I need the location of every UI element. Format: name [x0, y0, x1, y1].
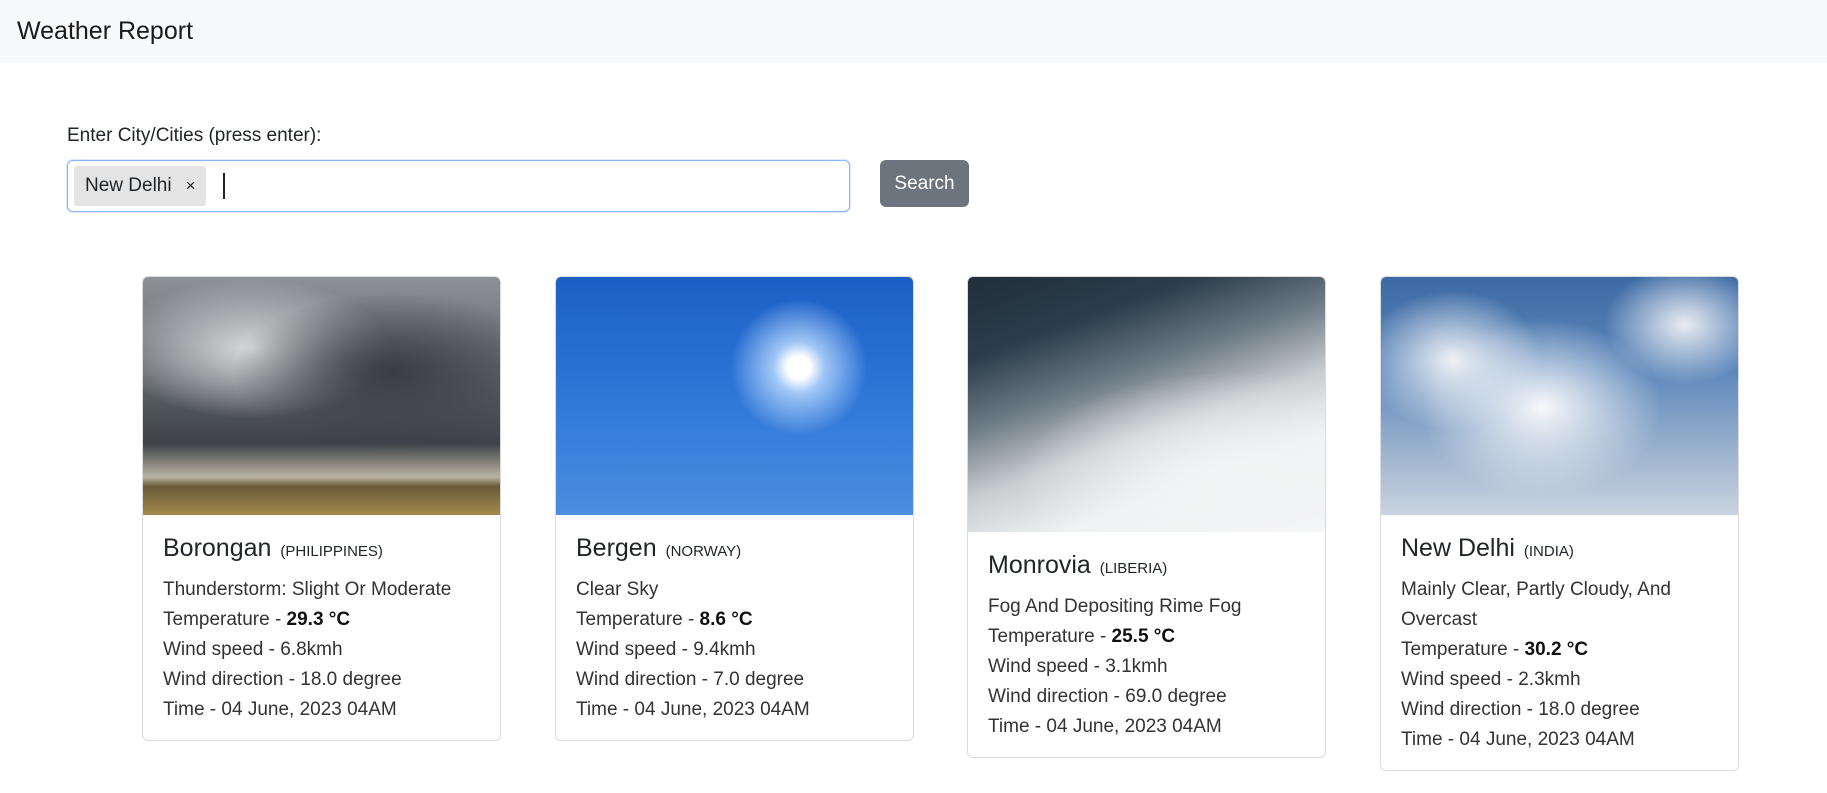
country-name: (LIBERIA) — [1099, 560, 1168, 577]
wind-direction: Wind direction - 18.0 degree — [1401, 699, 1640, 720]
temperature-value: 29.3 °C — [286, 609, 351, 630]
wind-speed: Wind speed - 6.8kmh — [163, 639, 343, 660]
clouds-image — [1381, 277, 1738, 515]
country-name: (INDIA) — [1523, 543, 1574, 560]
search-button[interactable]: Search — [880, 160, 969, 207]
tag-remove-icon[interactable]: × — [186, 176, 196, 196]
weather-condition: Mainly Clear, Partly Cloudy, And Overcas… — [1401, 579, 1671, 630]
text-cursor — [222, 173, 225, 199]
weather-condition: Thunderstorm: Slight Or Moderate — [163, 579, 452, 600]
weather-card: Bergen (NORWAY) Clear Sky Temperature - … — [555, 276, 914, 741]
wind-speed: Wind speed - 9.4kmh — [576, 639, 756, 660]
city-tag-input[interactable]: New Delhi × — [67, 160, 850, 212]
weather-condition: Fog And Depositing Rime Fog — [988, 596, 1242, 617]
card-body: Borongan (PHILIPPINES) Thunderstorm: Sli… — [143, 515, 500, 740]
temperature: Temperature - 30.2 °C — [1401, 635, 1718, 665]
city-name: New Delhi — [1401, 534, 1515, 562]
search-row: New Delhi × Search — [67, 160, 969, 212]
wind-direction: Wind direction - 69.0 degree — [988, 686, 1227, 707]
weather-card: Monrovia (LIBERIA) Fog And Depositing Ri… — [967, 276, 1326, 758]
temperature-label: Temperature - — [1401, 639, 1525, 660]
card-body: Bergen (NORWAY) Clear Sky Temperature - … — [556, 515, 913, 740]
city-tag: New Delhi × — [74, 166, 206, 206]
card-body: Monrovia (LIBERIA) Fog And Depositing Ri… — [968, 532, 1325, 757]
wind-speed: Wind speed - 3.1kmh — [988, 656, 1168, 677]
temperature-label: Temperature - — [576, 609, 700, 630]
wind-direction: Wind direction - 18.0 degree — [163, 669, 402, 690]
city-name: Borongan — [163, 534, 272, 562]
city-name: Bergen — [576, 534, 657, 562]
city-tag-label: New Delhi — [85, 175, 172, 196]
card-title: Bergen (NORWAY) — [576, 534, 893, 563]
temperature-value: 8.6 °C — [699, 609, 753, 630]
card-body: New Delhi (INDIA) Mainly Clear, Partly C… — [1381, 515, 1738, 770]
country-name: (NORWAY) — [665, 543, 742, 560]
temperature-label: Temperature - — [163, 609, 287, 630]
search-form: Enter City/Cities (press enter): New Del… — [67, 125, 969, 212]
wind-direction: Wind direction - 7.0 degree — [576, 669, 805, 690]
weather-card: Borongan (PHILIPPINES) Thunderstorm: Sli… — [142, 276, 501, 741]
card-title: New Delhi (INDIA) — [1401, 534, 1718, 563]
search-label: Enter City/Cities (press enter): — [67, 125, 322, 146]
report-time: Time - 04 June, 2023 04AM — [1401, 729, 1635, 750]
weather-card: New Delhi (INDIA) Mainly Clear, Partly C… — [1380, 276, 1739, 771]
storm-image — [143, 277, 500, 515]
temperature: Temperature - 8.6 °C — [576, 605, 893, 635]
country-name: (PHILIPPINES) — [280, 543, 383, 560]
report-time: Time - 04 June, 2023 04AM — [576, 699, 810, 720]
card-title: Borongan (PHILIPPINES) — [163, 534, 480, 563]
navbar-brand[interactable]: Weather Report — [17, 17, 193, 46]
wind-speed: Wind speed - 2.3kmh — [1401, 669, 1581, 690]
report-time: Time - 04 June, 2023 04AM — [988, 716, 1222, 737]
weather-condition: Clear Sky — [576, 579, 659, 600]
fog-image — [968, 277, 1325, 532]
card-title: Monrovia (LIBERIA) — [988, 551, 1305, 580]
navbar: Weather Report — [0, 0, 1827, 63]
temperature-label: Temperature - — [988, 626, 1112, 647]
temperature-value: 25.5 °C — [1111, 626, 1176, 647]
temperature: Temperature - 29.3 °C — [163, 605, 480, 635]
temperature-value: 30.2 °C — [1524, 639, 1589, 660]
temperature: Temperature - 25.5 °C — [988, 622, 1305, 652]
clear-sky-image — [556, 277, 913, 515]
city-name: Monrovia — [988, 551, 1091, 579]
report-time: Time - 04 June, 2023 04AM — [163, 699, 397, 720]
